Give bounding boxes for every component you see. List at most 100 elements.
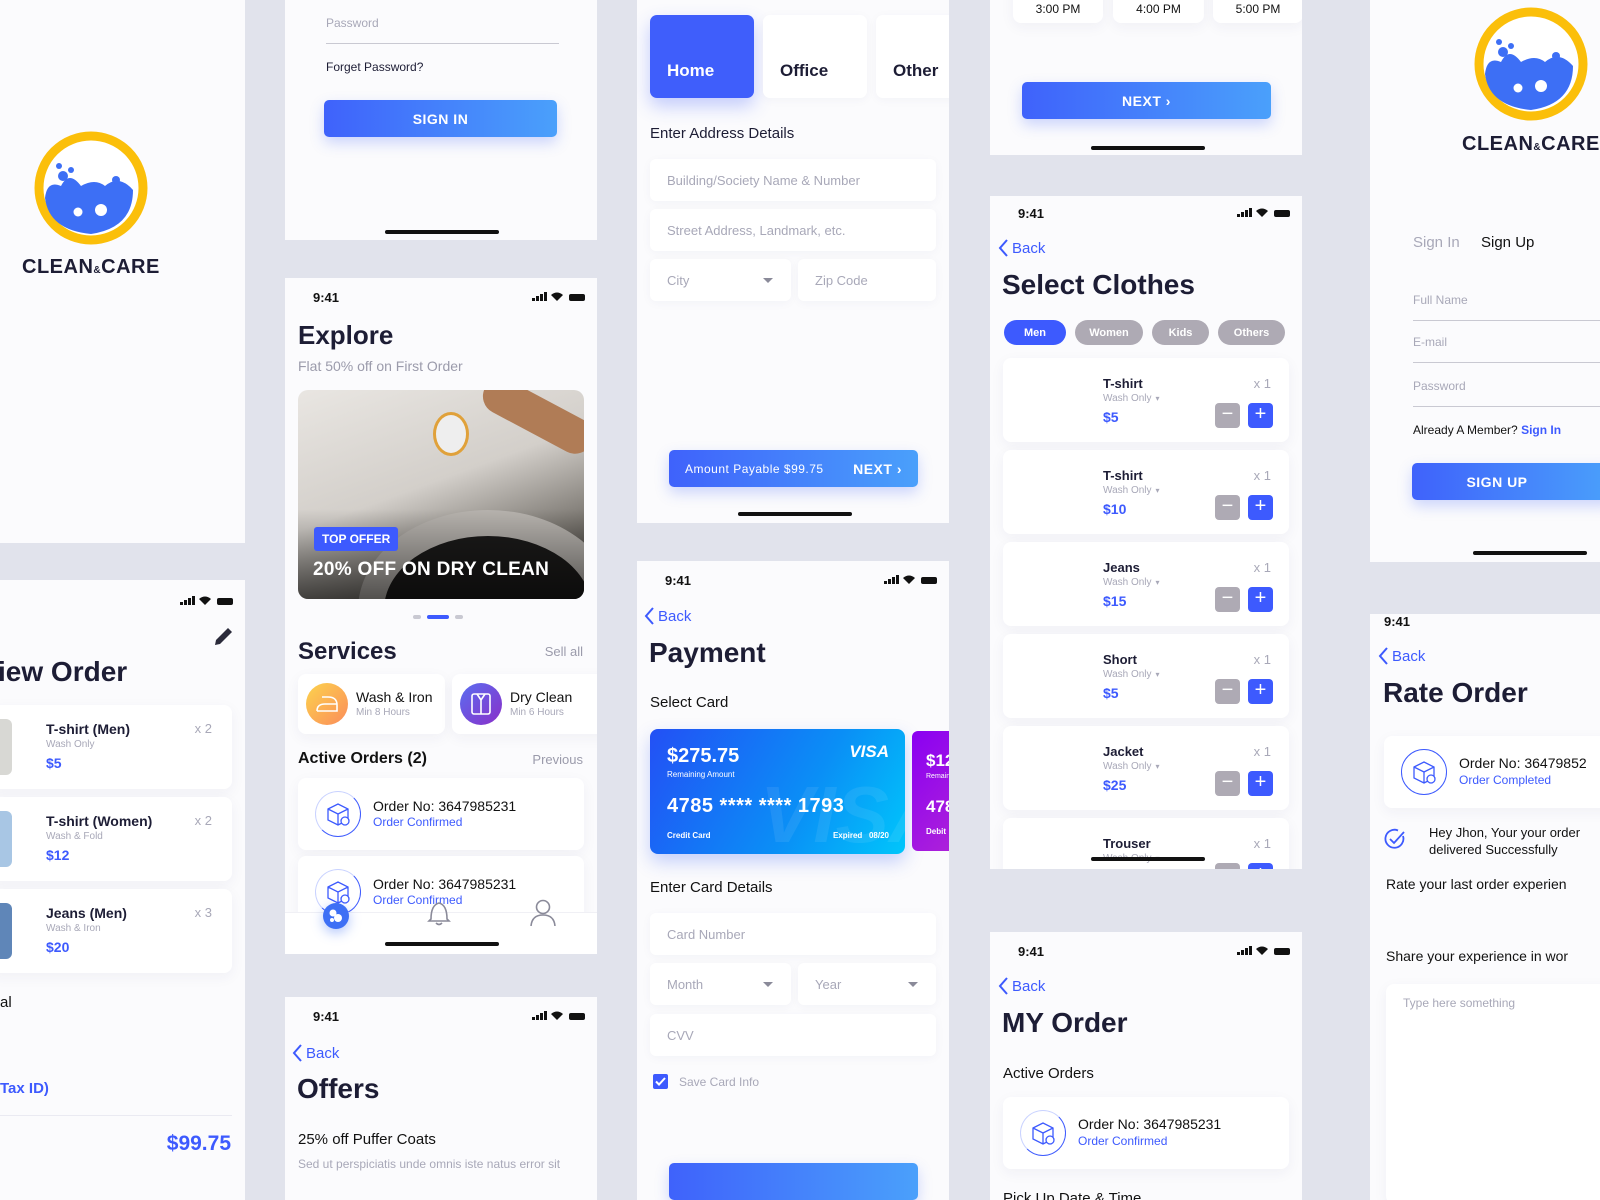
- filter-chip-women[interactable]: Women: [1075, 320, 1143, 345]
- credit-card[interactable]: VISA $275.75 Remaining Amount VISA 4785 …: [650, 729, 905, 854]
- tab-sign-up[interactable]: Sign Up: [1481, 234, 1534, 251]
- cvv-input[interactable]: CVV: [650, 1014, 936, 1056]
- signal-icon: [180, 596, 195, 605]
- offer-description: Sed ut perspiciatis unde omnis iste natu…: [298, 1157, 561, 1171]
- card-number-input[interactable]: Card Number: [650, 913, 936, 955]
- item-service: Wash Only: [46, 739, 95, 750]
- address-type-other[interactable]: Other: [876, 15, 949, 98]
- page-title: Payment: [649, 637, 766, 668]
- sign-up-button[interactable]: SIGN UP: [1412, 463, 1600, 500]
- amount-next-button[interactable]: Amount Payable $99.75 NEXT ›: [669, 450, 918, 487]
- save-card-checkbox[interactable]: [653, 1074, 668, 1089]
- previous-link[interactable]: Previous: [532, 752, 583, 767]
- item-qty: x 3: [194, 905, 212, 920]
- sign-in-button[interactable]: SIGN IN: [324, 100, 557, 137]
- full-name-input[interactable]: Full Name: [1413, 293, 1600, 321]
- service-select[interactable]: Wash Only▾: [1103, 669, 1160, 680]
- carousel-dots[interactable]: [413, 615, 463, 619]
- signal-icon: [1237, 208, 1252, 217]
- back-button[interactable]: Back: [644, 607, 691, 625]
- offer-banner[interactable]: TOP OFFER 20% OFF ON DRY CLEAN: [298, 390, 584, 599]
- clothing-item-row: Jacket Wash Only ▾ $25 x 1− +: [1003, 726, 1289, 810]
- service-select[interactable]: Wash Only▾: [1103, 761, 1160, 772]
- back-button[interactable]: Back: [292, 1044, 339, 1062]
- item-price: $5: [1103, 409, 1119, 425]
- zip-input[interactable]: Zip Code: [798, 259, 936, 301]
- hand-image: [476, 390, 584, 461]
- status-bar: 9:41: [285, 1009, 597, 1029]
- address-type-office[interactable]: Office: [763, 15, 867, 98]
- battery-icon: [1274, 210, 1290, 217]
- pay-button[interactable]: [669, 1163, 918, 1200]
- order-card[interactable]: Order No: 36479852 Order Completed: [1384, 736, 1600, 808]
- user-icon[interactable]: [530, 898, 556, 926]
- order-card[interactable]: Order No: 3647985231 Order Confirmed: [1003, 1097, 1289, 1169]
- month-select[interactable]: Month: [650, 963, 791, 1005]
- service-card[interactable]: Wash & Iron Min 8 Hours: [298, 674, 445, 734]
- password-input[interactable]: Password: [326, 16, 559, 44]
- decrease-qty-button[interactable]: −: [1215, 771, 1240, 796]
- time-slot[interactable]: 3:00 PM: [1013, 0, 1103, 23]
- increase-qty-button[interactable]: +: [1248, 863, 1273, 869]
- back-button[interactable]: Back: [1378, 647, 1425, 665]
- increase-qty-button[interactable]: +: [1248, 771, 1273, 796]
- address-type-home[interactable]: Home: [650, 15, 754, 98]
- decrease-qty-button[interactable]: −: [1215, 863, 1240, 869]
- password-input[interactable]: Password: [1413, 379, 1600, 407]
- see-all-link[interactable]: Sell all: [545, 644, 583, 659]
- order-number: Order No: 36479852: [1459, 755, 1587, 771]
- bell-icon[interactable]: [427, 899, 451, 927]
- increase-qty-button[interactable]: +: [1248, 495, 1273, 520]
- banner-headline: 20% OFF ON DRY CLEAN: [313, 559, 550, 580]
- battery-icon: [569, 1013, 585, 1020]
- signal-icon: [532, 1011, 547, 1020]
- increase-qty-button[interactable]: +: [1248, 587, 1273, 612]
- email-input[interactable]: E-mail: [1413, 335, 1600, 363]
- garment-image: [1017, 828, 1077, 869]
- order-number: Order No: 3647985231: [373, 876, 517, 892]
- package-icon: [315, 791, 361, 837]
- order-status: Order Confirmed: [1078, 1134, 1168, 1148]
- order-card[interactable]: Order No: 3647985231 Order Confirmed: [298, 778, 584, 850]
- garment-image: [1017, 644, 1077, 708]
- increase-qty-button[interactable]: +: [1248, 679, 1273, 704]
- time-slot[interactable]: 5:00 PM: [1213, 0, 1302, 23]
- building-input[interactable]: Building/Society Name & Number: [650, 159, 936, 201]
- tax-id-link[interactable]: Tax ID): [0, 1080, 49, 1097]
- decrease-qty-button[interactable]: −: [1215, 587, 1240, 612]
- next-button[interactable]: NEXT ›: [1022, 82, 1271, 119]
- year-select[interactable]: Year: [798, 963, 936, 1005]
- back-button[interactable]: Back: [998, 977, 1045, 995]
- order-item-row[interactable]: T-shirt (Men) Wash Only $5 x 2: [0, 705, 232, 789]
- decrease-qty-button[interactable]: −: [1215, 679, 1240, 704]
- service-select[interactable]: Wash Only▾: [1103, 393, 1160, 404]
- home-indicator: [738, 512, 852, 516]
- back-button[interactable]: Back: [998, 239, 1045, 257]
- decrease-qty-button[interactable]: −: [1215, 403, 1240, 428]
- time-slot[interactable]: 4:00 PM: [1113, 0, 1204, 23]
- filter-chip-men[interactable]: Men: [1004, 320, 1066, 345]
- tab-sign-in[interactable]: Sign In: [1413, 234, 1460, 251]
- city-select[interactable]: City: [650, 259, 791, 301]
- decrease-qty-button[interactable]: −: [1215, 495, 1240, 520]
- sign-in-link[interactable]: Sign In: [1521, 423, 1561, 437]
- tab-home[interactable]: [323, 903, 349, 929]
- chevron-left-icon: [1378, 647, 1388, 665]
- iron-icon: [306, 683, 348, 725]
- service-card[interactable]: Dry Clean Min 6 Hours: [452, 674, 597, 734]
- item-service: Wash & Iron: [46, 923, 101, 934]
- service-select[interactable]: Wash Only▾: [1103, 577, 1160, 588]
- clothing-item-row: T-shirt Wash Only ▾ $10 x 1− +: [1003, 450, 1289, 534]
- increase-qty-button[interactable]: +: [1248, 403, 1273, 428]
- street-input[interactable]: Street Address, Landmark, etc.: [650, 209, 936, 251]
- feedback-textarea[interactable]: Type here something: [1386, 984, 1600, 1200]
- order-item-row[interactable]: Jeans (Men) Wash & Iron $20 x 3: [0, 889, 232, 973]
- filter-chip-others[interactable]: Others: [1218, 320, 1285, 345]
- service-select[interactable]: Wash Only▾: [1103, 485, 1160, 496]
- debit-card[interactable]: $12 Remain 478 Debit: [912, 731, 949, 851]
- edit-pencil-icon[interactable]: [212, 624, 236, 648]
- forgot-password-link[interactable]: Forget Password?: [326, 60, 423, 74]
- order-item-row[interactable]: T-shirt (Women) Wash & Fold $12 x 2: [0, 797, 232, 881]
- delivery-message: Hey Jhon, Your your order delivered Succe…: [1429, 825, 1581, 857]
- filter-chip-kids[interactable]: Kids: [1152, 320, 1209, 345]
